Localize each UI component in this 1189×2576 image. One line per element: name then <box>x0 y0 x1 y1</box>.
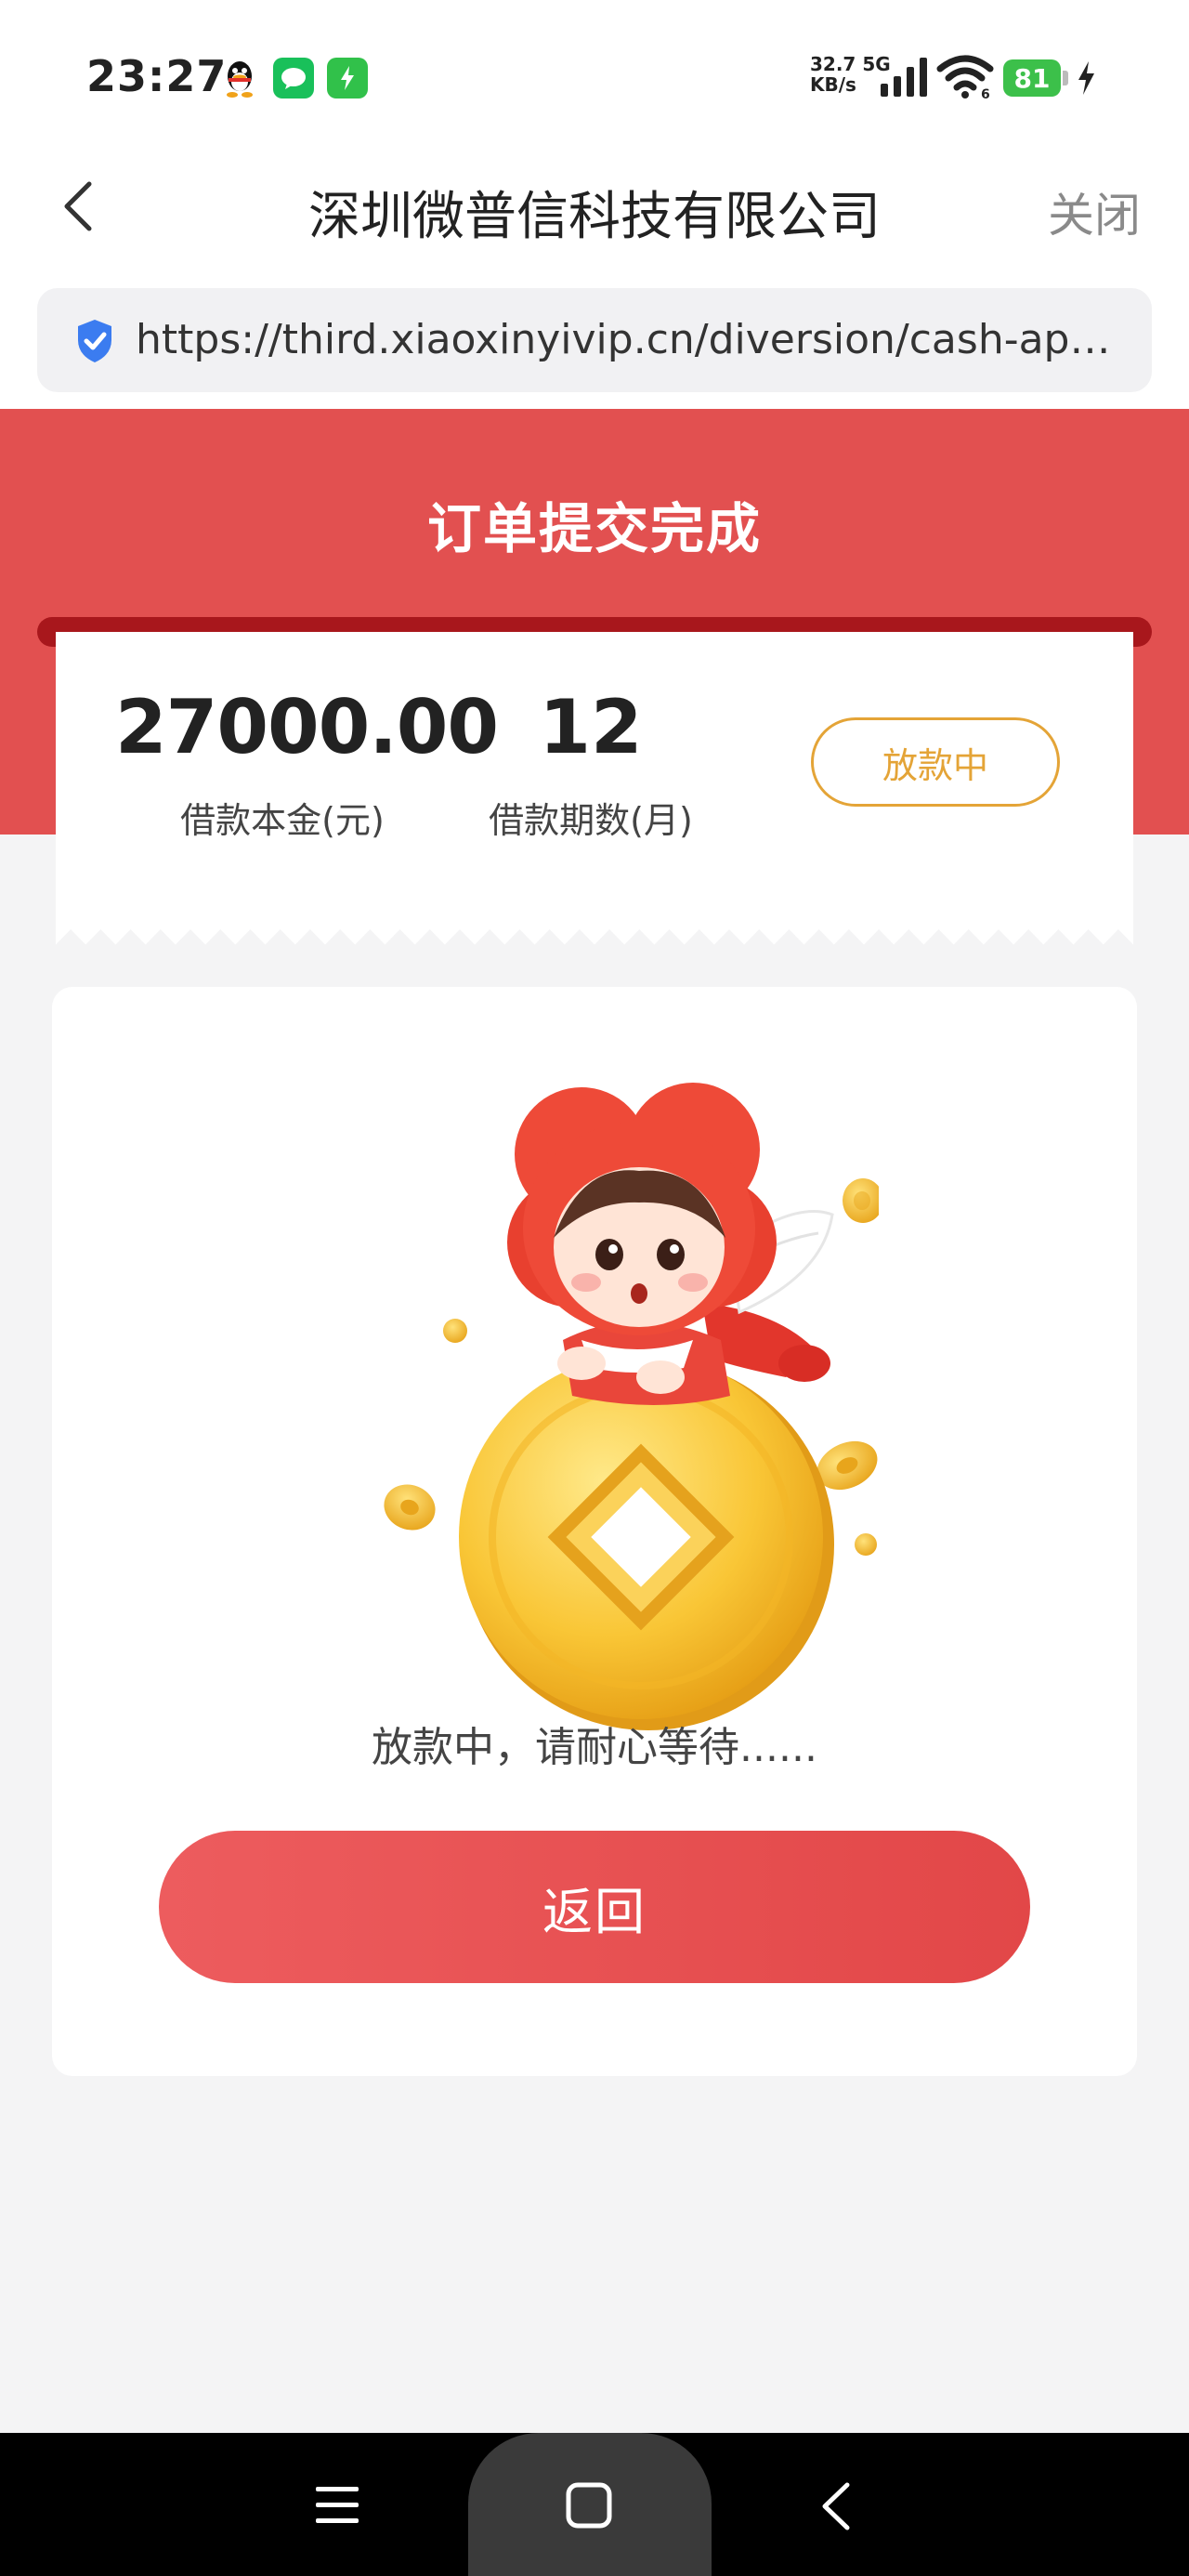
waiting-message: 放款中，请耐心等待...... <box>372 1724 817 1771</box>
svg-text:6: 6 <box>981 87 990 100</box>
battery-icon: 81 <box>1003 59 1061 97</box>
message-icon <box>273 58 314 99</box>
page-title: 深圳微普信科技有限公司 <box>308 187 881 247</box>
status-bar: 23:27 32.7 5G KB/s 6 81 <box>0 0 1189 139</box>
charging-bolt-icon <box>1078 61 1094 95</box>
return-button[interactable]: 返回 <box>159 1831 1030 1983</box>
qq-icon <box>219 58 260 99</box>
loan-term-label: 借款期数(月) <box>489 800 693 841</box>
close-button[interactable]: 关闭 <box>1048 178 1141 245</box>
loan-summary-card: 27000.00 借款本金(元) 12 借款期数(月) 放款中 <box>56 632 1133 929</box>
status-time: 23:27 <box>86 51 228 101</box>
url-text: https://third.xiaoxinyivip.cn/diversion/… <box>136 316 1130 363</box>
wifi-icon: 6 <box>936 55 994 100</box>
charging-app-icon <box>327 58 368 99</box>
system-back-icon[interactable] <box>817 2481 855 2531</box>
navigation-bar: 深圳微普信科技有限公司 关闭 <box>0 139 1189 274</box>
url-bar[interactable]: https://third.xiaoxinyivip.cn/diversion/… <box>37 288 1152 392</box>
loan-amount-label: 借款本金(元) <box>180 800 385 841</box>
loan-amount: 27000.00 <box>115 684 499 770</box>
home-icon[interactable] <box>565 2481 615 2531</box>
ticket-zigzag-edge <box>56 929 1133 945</box>
mascot-coin-illustration <box>384 1083 879 1730</box>
loan-term: 12 <box>539 684 643 770</box>
signal-icon <box>881 58 927 97</box>
battery-tip <box>1063 71 1068 85</box>
shield-check-icon <box>78 320 111 362</box>
menu-icon[interactable] <box>316 2485 359 2526</box>
status-badge: 放款中 <box>811 717 1060 807</box>
url-bar-container: https://third.xiaoxinyivip.cn/diversion/… <box>0 273 1189 409</box>
disbursement-card: 放款中，请耐心等待...... 返回 <box>52 987 1137 2076</box>
order-status-title: 订单提交完成 <box>426 497 762 560</box>
system-navigation-bar <box>0 2433 1189 2576</box>
